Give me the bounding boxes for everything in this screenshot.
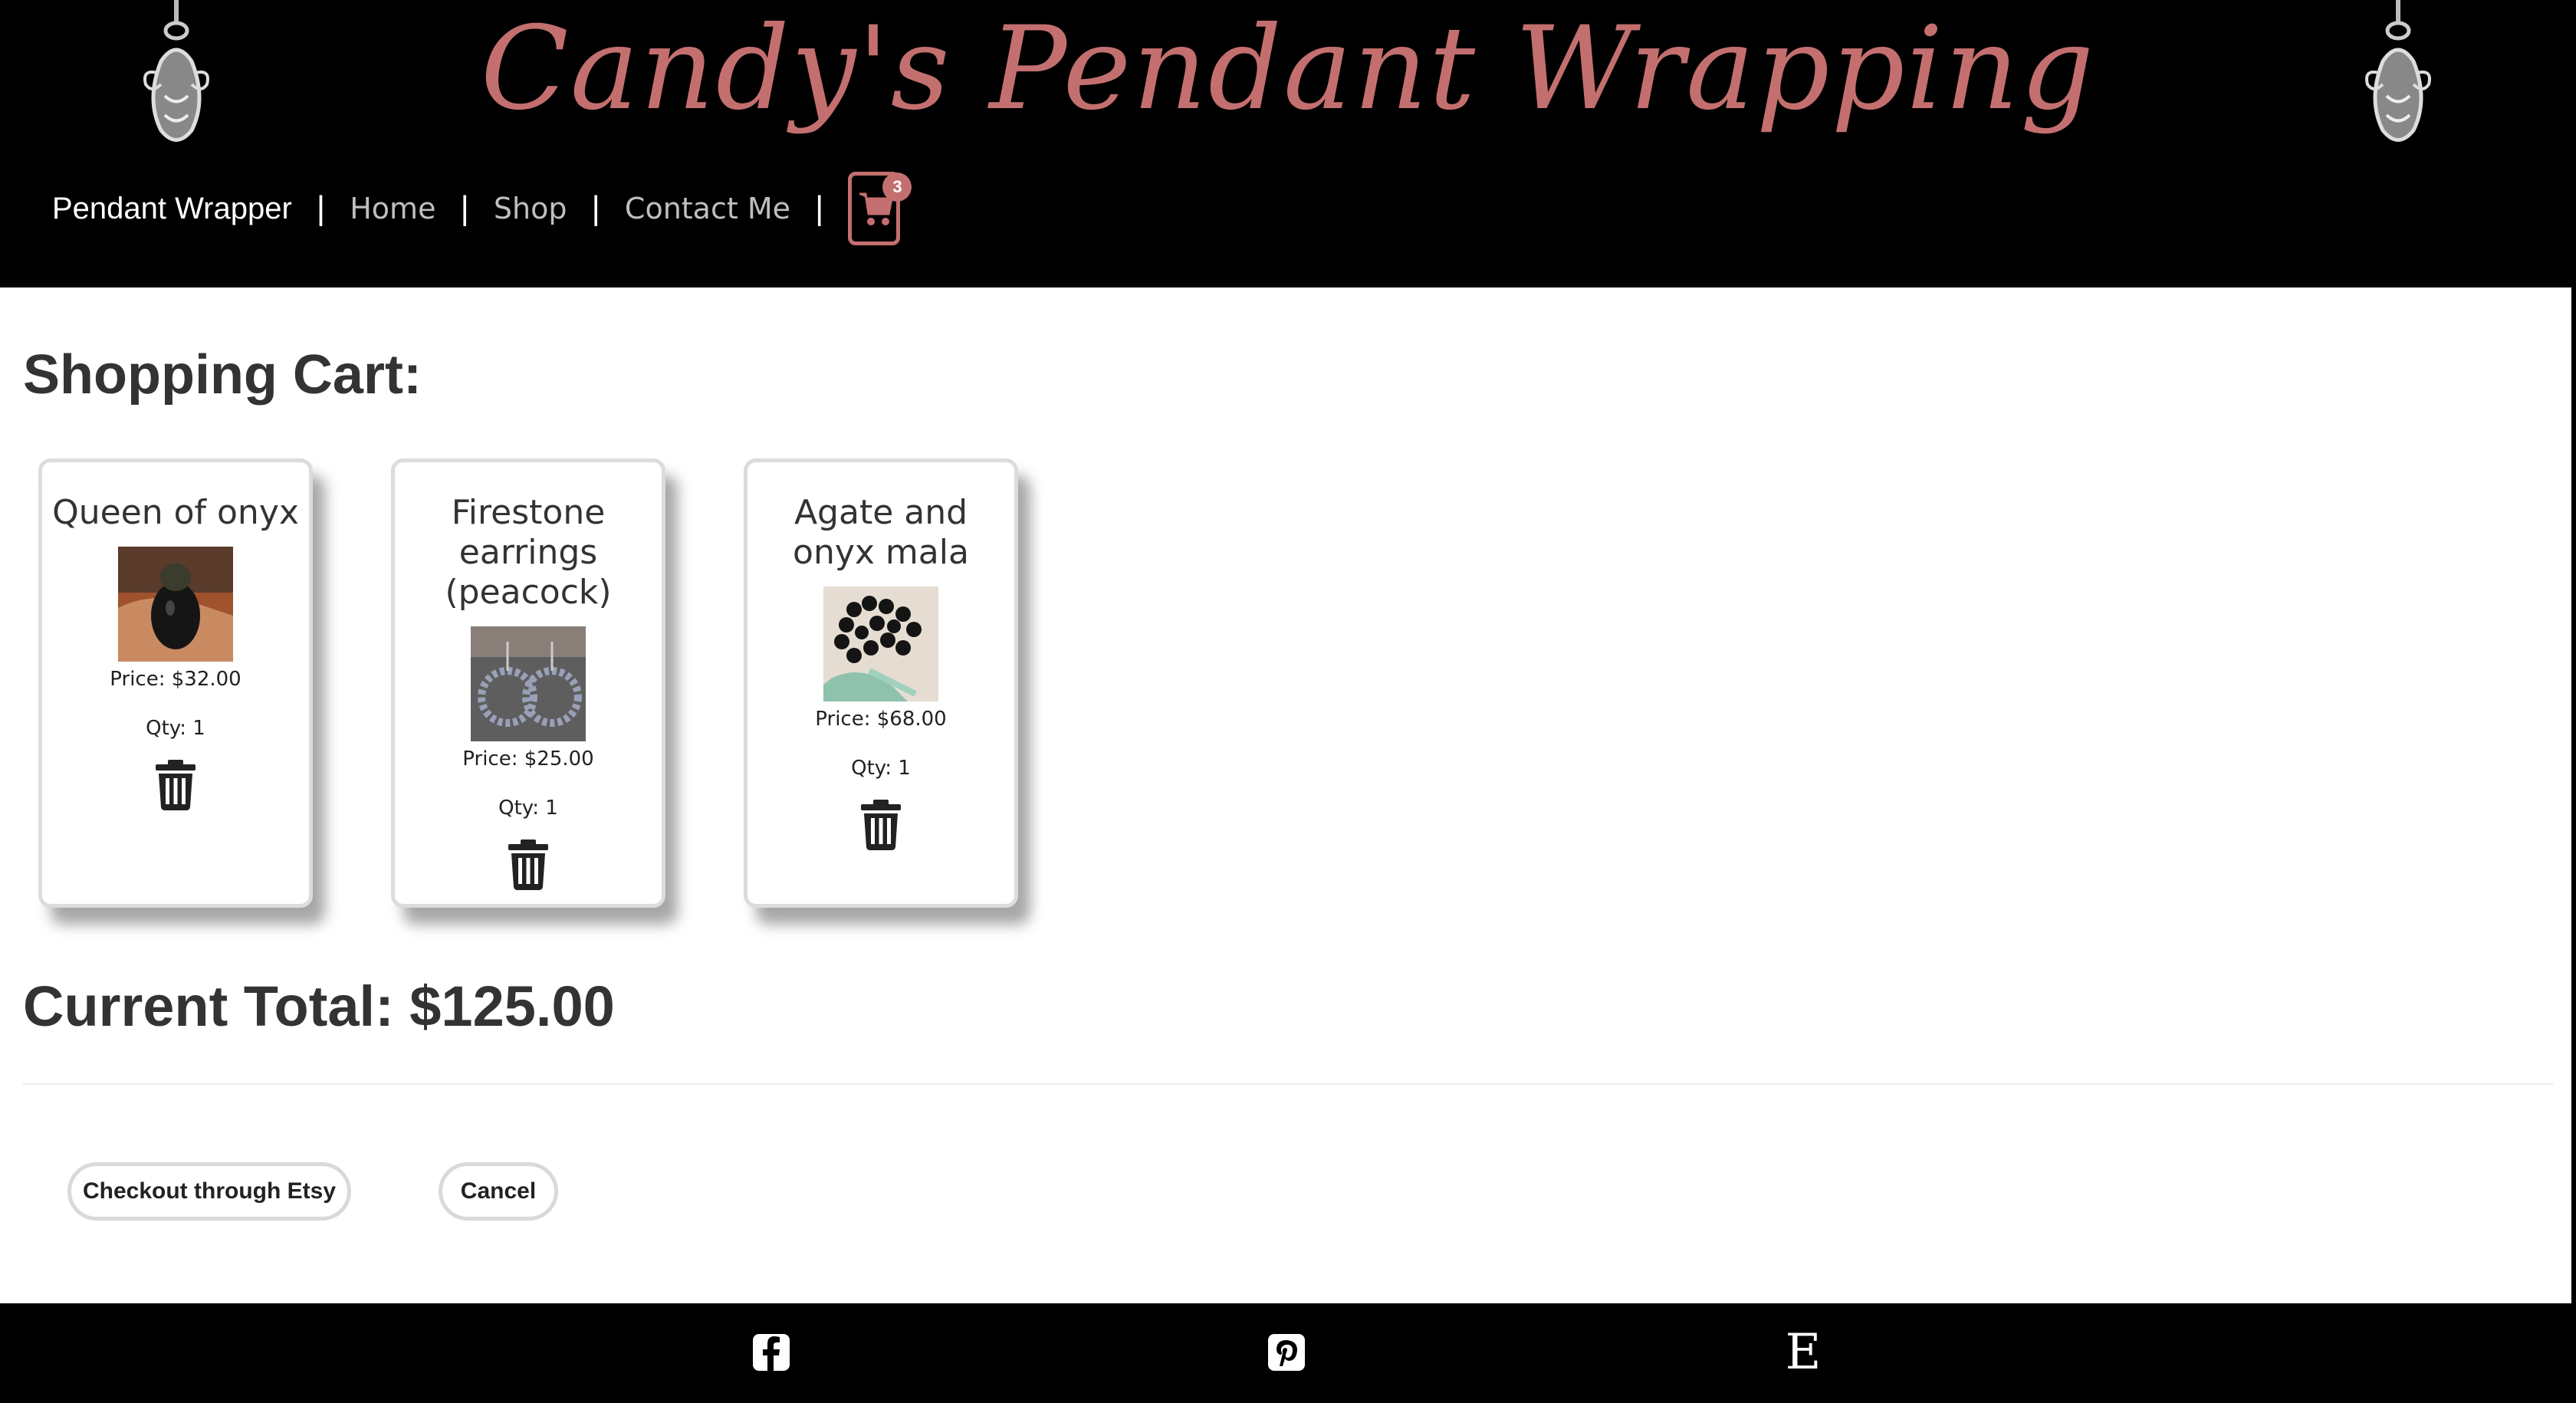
item-title: Queen of onyx — [52, 493, 299, 532]
divider — [23, 1083, 2553, 1085]
trash-icon[interactable] — [859, 800, 902, 850]
nav-contact-link[interactable]: Contact Me — [625, 192, 790, 225]
cancel-button[interactable]: Cancel — [439, 1162, 558, 1221]
checkout-button[interactable]: Checkout through Etsy — [67, 1162, 351, 1221]
cart-count-badge: 3 — [882, 172, 912, 202]
item-price: Price: $32.00 — [110, 668, 242, 691]
nav-separator: | — [460, 189, 469, 227]
nav-separator: | — [815, 189, 824, 227]
pinterest-icon[interactable] — [1265, 1331, 1308, 1374]
item-qty: Qty: 1 — [498, 797, 558, 820]
main-nav: Pendant Wrapper | Home | Shop | Contact … — [52, 170, 912, 247]
cart-item-card: Agate and onyx mala Price: $68.00 Qty: 1 — [744, 458, 1018, 908]
item-image — [471, 626, 586, 741]
cart-item-card: Queen of onyx Price: $32.00 Qty: 1 — [38, 458, 313, 908]
facebook-icon[interactable] — [750, 1331, 793, 1374]
item-title: Firestone earrings (peacock) — [445, 493, 612, 612]
trash-icon[interactable] — [154, 760, 197, 810]
window-edge — [2571, 288, 2576, 1303]
item-image — [118, 547, 233, 662]
site-footer: E — [0, 1303, 2576, 1403]
nav-separator: | — [591, 189, 600, 227]
cart-total: Current Total: $125.00 — [23, 974, 615, 1038]
site-title: Candy's Pendant Wrapping — [480, 2, 2096, 136]
cart-item-card: Firestone earrings (peacock) Price: $25.… — [391, 458, 665, 908]
trash-icon[interactable] — [507, 840, 550, 890]
etsy-icon[interactable]: E — [1780, 1324, 1826, 1381]
item-qty: Qty: 1 — [851, 757, 911, 780]
nav-home-link[interactable]: Home — [350, 192, 435, 225]
item-image — [823, 586, 938, 702]
cart-button[interactable]: 3 — [848, 172, 912, 245]
item-qty: Qty: 1 — [146, 717, 205, 740]
brand-link[interactable]: Pendant Wrapper — [52, 192, 292, 226]
nav-shop-link[interactable]: Shop — [494, 192, 567, 225]
site-header: Candy's Pendant Wrapping Pendant Wrapper… — [0, 0, 2576, 288]
item-price: Price: $25.00 — [462, 748, 594, 770]
etsy-glyph: E — [1785, 1324, 1822, 1381]
nav-separator: | — [316, 189, 326, 227]
item-price: Price: $68.00 — [815, 708, 947, 731]
page-title: Shopping Cart: — [23, 344, 422, 406]
item-title: Agate and onyx mala — [793, 493, 969, 572]
wire-pendant-icon — [2365, 0, 2431, 142]
